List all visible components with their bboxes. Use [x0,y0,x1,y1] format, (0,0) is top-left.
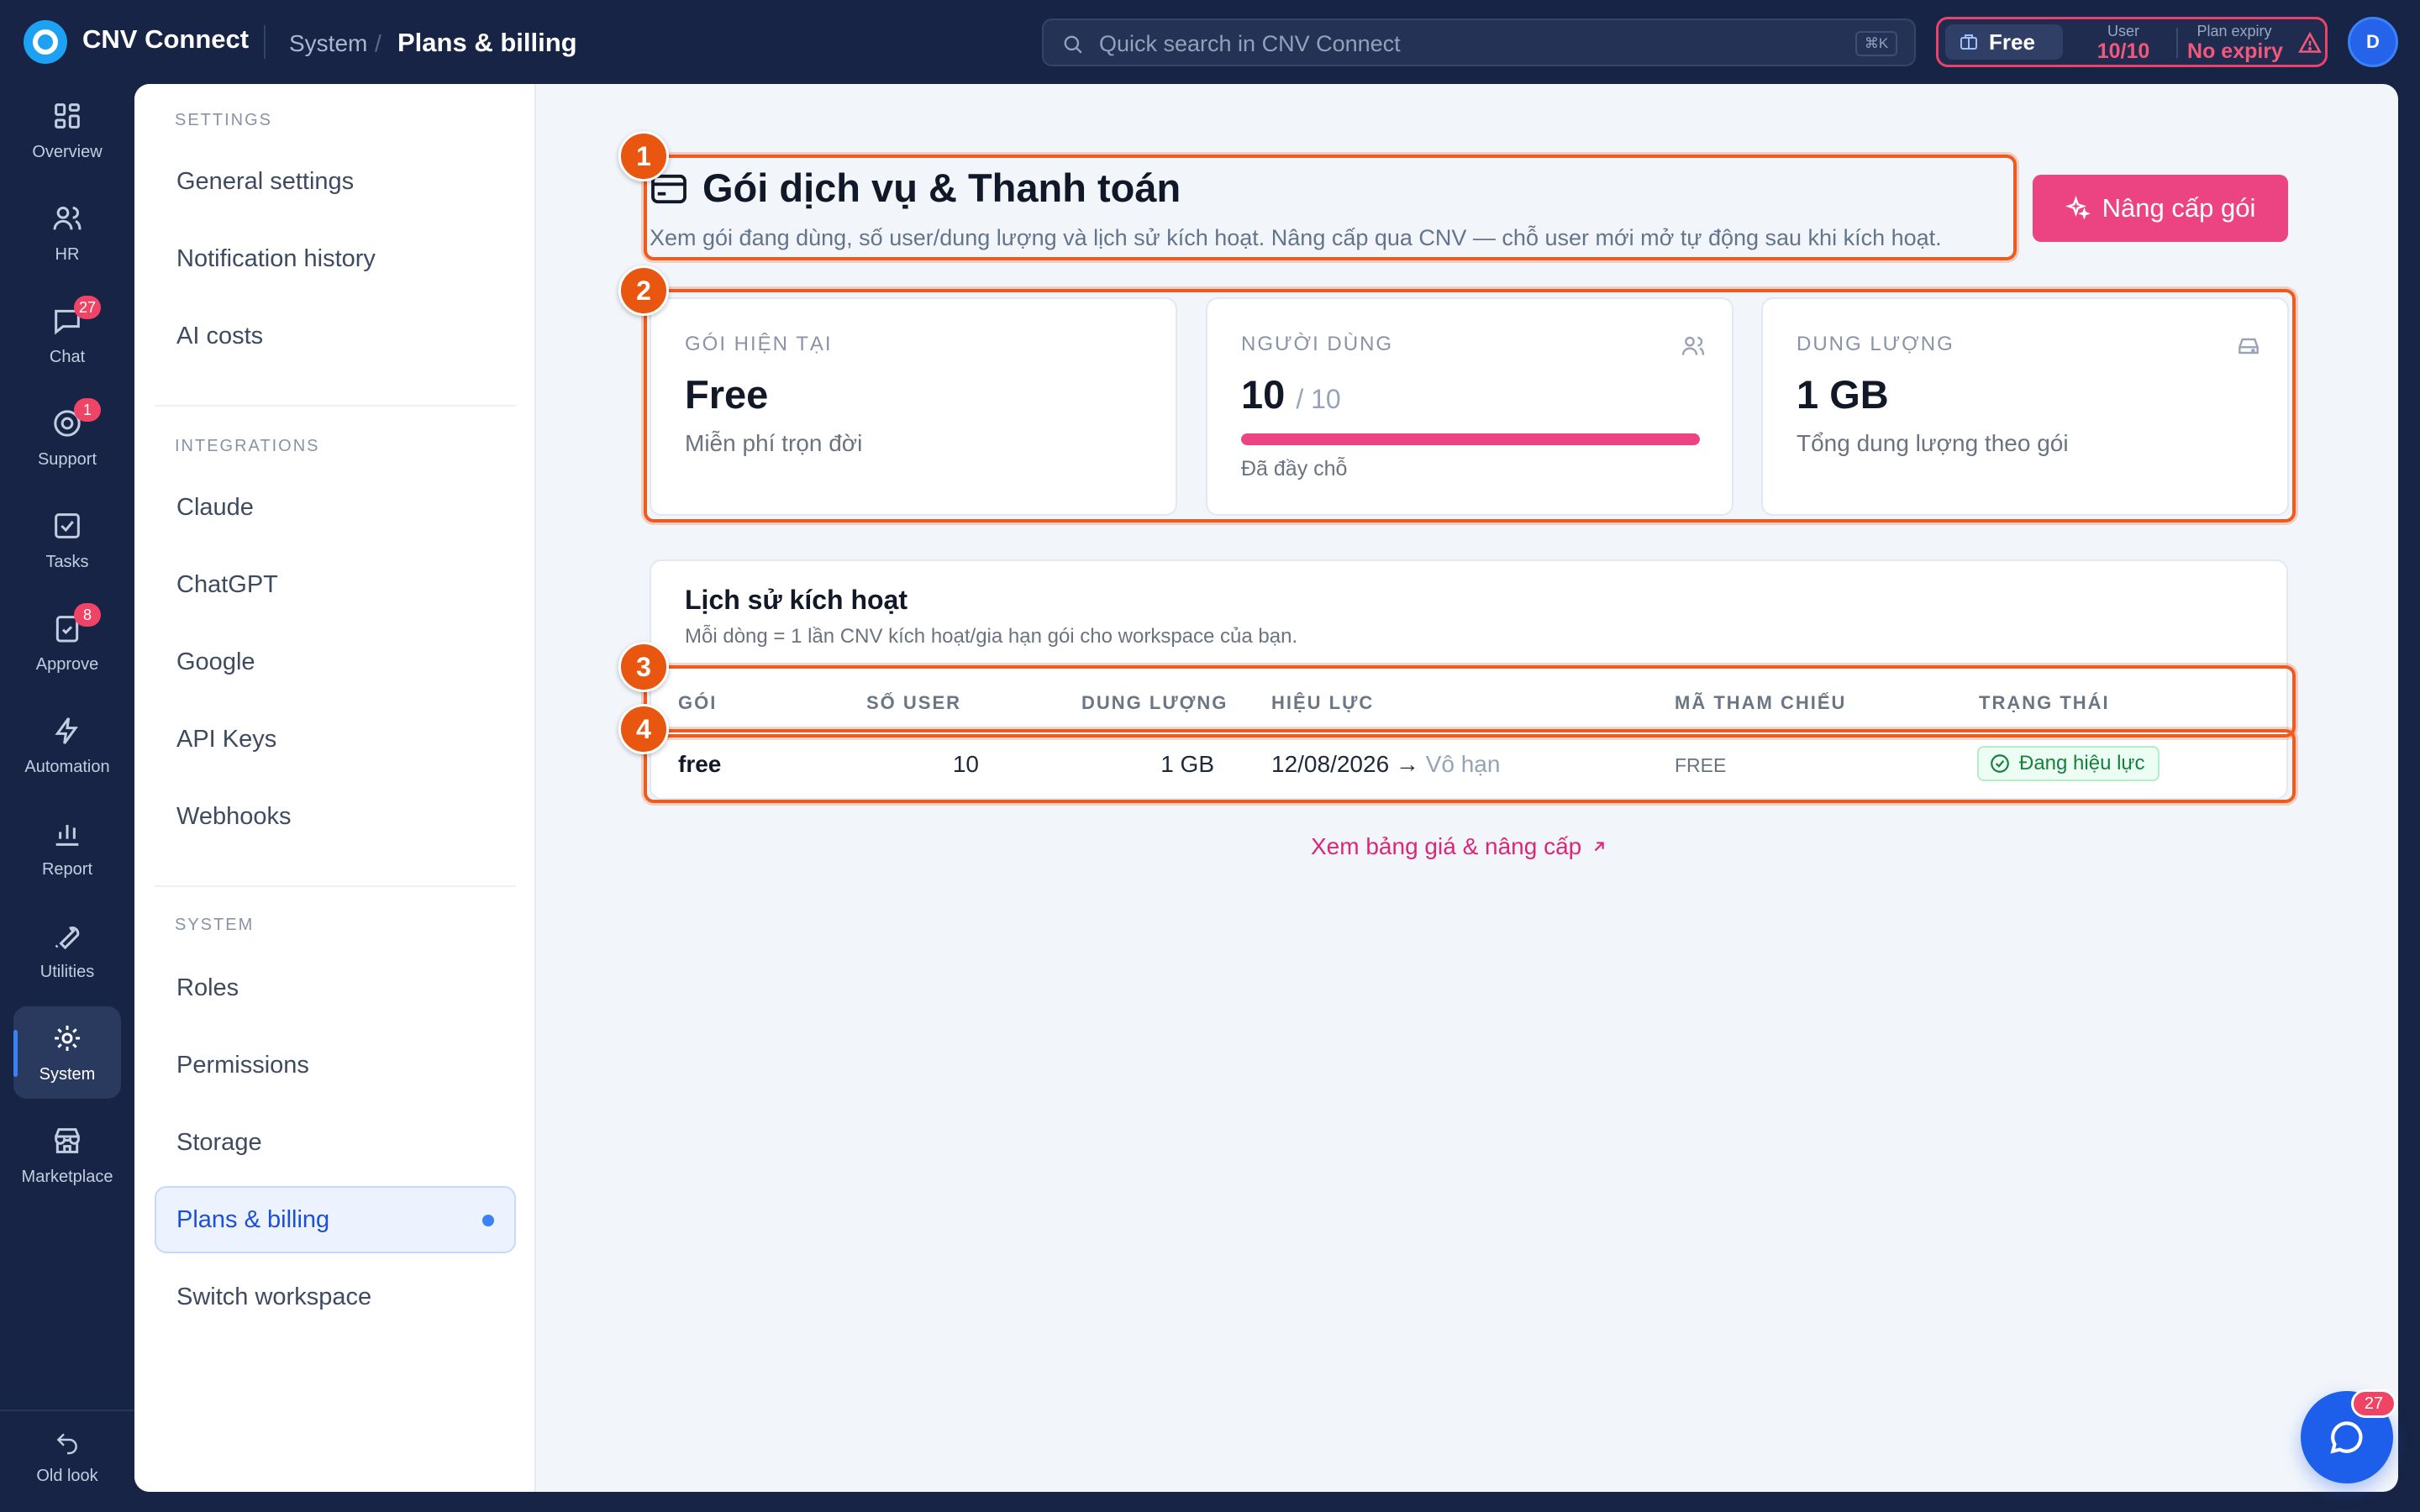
settings-subnav: SETTINGS General settings Notification h… [134,84,536,1492]
old-look-label: Old look [36,1467,98,1485]
plan-expiry-label: Plan expiry [2196,23,2272,39]
rail-item-marketplace[interactable]: Marketplace [13,1109,121,1201]
external-arrow-icon [1594,842,1604,852]
rail-item-report[interactable]: Report [13,801,121,894]
divider [0,1410,134,1411]
upgrade-plan-label: Nâng cấp gói [2102,193,2256,223]
bar-chart-icon [55,825,79,846]
undo-icon [56,1433,77,1455]
chat-badge: 27 [74,296,102,319]
app-title: CNV Connect [82,24,250,54]
rail-label: Chat [49,348,86,366]
subnav-chatgpt[interactable]: ChatGPT [155,551,516,618]
rail-label: Approve [35,655,99,674]
subnav-claude[interactable]: Claude [155,474,516,541]
subnav-notification-history[interactable]: Notification history [155,225,516,292]
wrench-icon [55,927,80,950]
rail-label: Tasks [45,553,89,571]
old-look-button[interactable]: Old look [13,1420,121,1504]
rail-label: System [39,1065,96,1084]
divider [2176,28,2178,58]
rail-item-overview[interactable]: Overview [13,84,121,176]
app-logo[interactable] [24,20,67,64]
annotation-marker-2: 2 [618,265,669,316]
chat-fab-badge: 27 [2351,1389,2396,1418]
active-dot [482,1215,494,1226]
rail-label: Support [37,450,97,469]
support-badge: 1 [74,398,101,422]
check-square-icon [55,513,80,538]
plan-status-pill[interactable]: Free User 10/10 Plan expiry No expiry [1936,17,2328,67]
rail-label: Marketplace [21,1168,113,1186]
search-shortcut: ⌘K [1855,31,1897,56]
annotation-box-1 [644,155,2017,260]
search-placeholder: Quick search in CNV Connect [1099,31,1401,56]
sparkle-icon [2065,196,2091,220]
warning-icon [2298,31,2322,53]
search-input[interactable]: Quick search in CNV Connect ⌘K [1042,18,1916,66]
subnav-storage[interactable]: Storage [155,1109,516,1176]
annotation-marker-1: 1 [618,131,669,181]
subnav-google[interactable]: Google [155,628,516,696]
subnav-webhooks[interactable]: Webhooks [155,783,516,850]
annotation-marker-3: 3 [618,642,669,692]
upgrade-plan-button[interactable]: Nâng cấp gói [2033,175,2288,242]
plan-expiry-value: No expiry [2187,39,2283,63]
subnav-switch-workspace[interactable]: Switch workspace [155,1263,516,1331]
rail-label: Automation [24,758,110,776]
view-pricing-link[interactable]: Xem bảng giá & nâng cấp [1311,833,1608,860]
section-header-system: SYSTEM [175,916,255,934]
package-icon [1960,34,1977,50]
annotation-box-3 [644,665,2296,738]
rail-item-utilities[interactable]: Utilities [13,904,121,996]
rail-item-approve[interactable]: 8 Approve [13,596,121,689]
divider [155,405,516,407]
section-header-settings: SETTINGS [175,111,273,129]
rail-item-tasks[interactable]: Tasks [13,494,121,586]
rail-item-system[interactable]: System [13,1006,121,1099]
view-pricing-label: Xem bảng giá & nâng cấp [1311,833,1582,859]
section-header-integrations: INTEGRATIONS [175,437,320,455]
rail-item-automation[interactable]: Automation [13,699,121,791]
breadcrumb-current: Plans & billing [397,28,577,57]
gear-icon [55,1026,80,1051]
chat-bubble-icon [2330,1421,2363,1454]
rail-label: Report [41,860,93,879]
subnav-permissions[interactable]: Permissions [155,1032,516,1099]
rail-item-hr[interactable]: HR [13,186,121,279]
subnav-general-settings[interactable]: General settings [155,148,516,215]
history-title: Lịch sử kích hoạt [685,585,908,615]
annotation-box-2 [644,289,2296,522]
subnav-label: Plans & billing [176,1206,330,1233]
user-count-value: 10/10 [2096,39,2150,63]
breadcrumb-separator: / [375,30,381,56]
subnav-ai-costs[interactable]: AI costs [155,302,516,370]
divider [264,25,266,59]
subnav-plans-billing[interactable]: Plans & billing [155,1186,516,1253]
rail-label: Overview [32,143,103,161]
search-icon [1064,35,1082,54]
divider [155,885,516,887]
top-bar: CNV Connect System / Plans & billing Qui… [0,0,2420,84]
plan-badge[interactable]: Free [1945,24,2063,60]
rail-item-support[interactable]: 1 Support [13,391,121,484]
rail-item-chat[interactable]: 27 Chat [13,289,121,381]
grid-icon [55,103,80,129]
breadcrumb-system[interactable]: System [289,30,367,57]
annotation-marker-4: 4 [618,704,669,754]
approve-badge: 8 [74,603,101,627]
plan-name: Free [1989,29,2035,55]
rail-label: HR [55,245,80,264]
annotation-box-4 [644,729,2296,803]
history-subtitle: Mỗi dòng = 1 lần CNV kích hoạt/gia hạn g… [685,625,1298,648]
subnav-roles[interactable]: Roles [155,954,516,1021]
subnav-api-keys[interactable]: API Keys [155,706,516,773]
store-icon [55,1128,80,1153]
user-count-label: User [2107,23,2139,39]
avatar[interactable]: D [2348,17,2398,67]
users-icon [53,207,82,230]
rail-label: Utilities [39,963,95,981]
bolt-icon [55,717,78,744]
